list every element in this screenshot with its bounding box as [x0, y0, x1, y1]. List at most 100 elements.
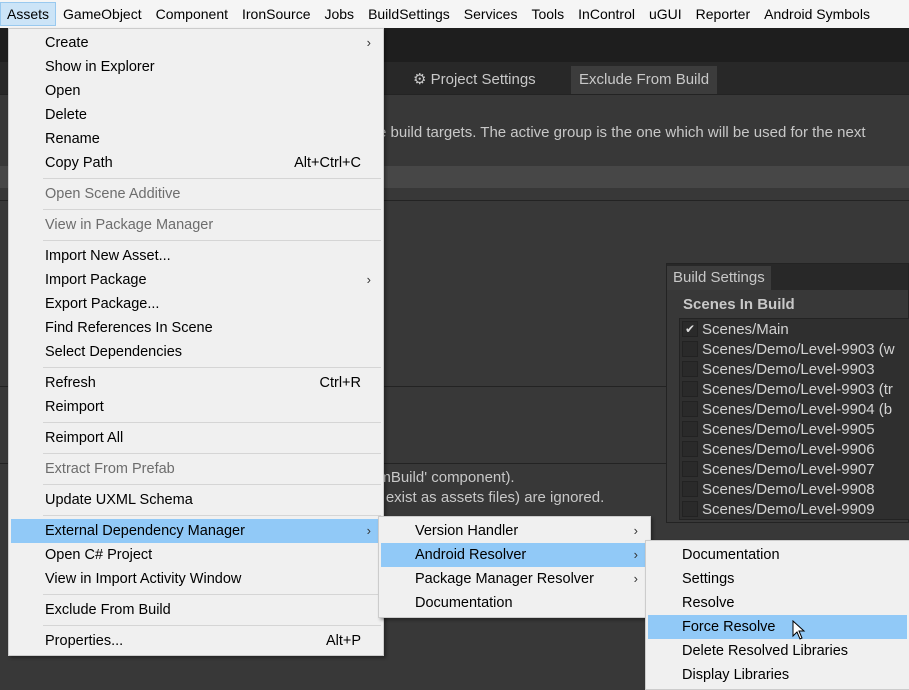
menu-reporter[interactable]: Reporter: [689, 2, 757, 26]
scene-name: Scenes/Demo/Level-9909: [702, 500, 875, 518]
scene-checkbox[interactable]: [682, 341, 698, 357]
menu-item-label: Show in Explorer: [45, 59, 155, 75]
scene-row[interactable]: Scenes/Demo/Level-9907: [680, 459, 909, 479]
scene-row[interactable]: Scenes/Demo/Level-9903: [680, 359, 909, 379]
external-dependency-manager-submenu: Version Handler › Android Resolver › Package…: [378, 516, 651, 618]
menu-item-show-in-explorer[interactable]: Show in Explorer: [11, 55, 381, 79]
menu-services[interactable]: Services: [457, 2, 525, 26]
menu-item-create[interactable]: Create ›: [11, 31, 381, 55]
menu-item-delete[interactable]: Delete: [11, 103, 381, 127]
menu-item-export-package[interactable]: Export Package...: [11, 292, 381, 316]
scene-row[interactable]: Scenes/Demo/Level-9903 (tr: [680, 379, 909, 399]
menu-item-rename[interactable]: Rename: [11, 127, 381, 151]
scene-row[interactable]: Scenes/Demo/Level-9904 (b: [680, 399, 909, 419]
chevron-right-icon: ›: [366, 272, 371, 287]
menu-item-reimport-all[interactable]: Reimport All: [11, 426, 381, 450]
menu-tools[interactable]: Tools: [524, 2, 571, 26]
menu-item-select-dependencies[interactable]: Select Dependencies: [11, 340, 381, 364]
menu-item-find-references-in-scene[interactable]: Find References In Scene: [11, 316, 381, 340]
menu-item-refresh[interactable]: Refresh Ctrl+R: [11, 371, 381, 395]
menu-item-documentation[interactable]: Documentation: [381, 591, 648, 615]
menu-gameobject[interactable]: GameObject: [56, 2, 149, 26]
menu-item-external-dependency-manager[interactable]: External Dependency Manager ›: [11, 519, 381, 543]
scene-checkbox[interactable]: [682, 401, 698, 417]
menu-item-display-libraries[interactable]: Display Libraries: [648, 663, 907, 687]
scene-checkbox[interactable]: [682, 461, 698, 477]
menu-item-exclude-from-build[interactable]: Exclude From Build: [11, 598, 381, 622]
menu-item-package-manager-resolver[interactable]: Package Manager Resolver ›: [381, 567, 648, 591]
menu-item-label: Resolve: [682, 595, 735, 611]
menu-separator: [43, 240, 381, 241]
menu-item-reimport[interactable]: Reimport: [11, 395, 381, 419]
scene-checkbox[interactable]: [682, 421, 698, 437]
shortcut-label: Ctrl+R: [319, 375, 362, 391]
build-settings-panel: Build Settings Scenes In Build ✔ Scenes/M…: [666, 263, 909, 523]
scene-checkbox[interactable]: ✔: [682, 321, 698, 337]
menu-item-label: Extract From Prefab: [45, 461, 175, 477]
tab-project-settings[interactable]: ⚙ Project Settings: [405, 66, 544, 94]
scenes-list: ✔ Scenes/Main Scenes/Demo/Level-9903 (w Sce…: [679, 318, 909, 520]
menu-android-symbols[interactable]: Android Symbols: [757, 2, 877, 26]
menu-item-label: Force Resolve: [682, 619, 776, 635]
shortcut-label: Alt+Ctrl+C: [294, 155, 361, 171]
menu-jobs[interactable]: Jobs: [317, 2, 361, 26]
menu-separator: [43, 209, 381, 210]
scene-name: Scenes/Demo/Level-9904 (b: [702, 400, 893, 418]
scene-row[interactable]: ✔ Scenes/Main: [680, 319, 909, 339]
scene-checkbox[interactable]: [682, 381, 698, 397]
menu-item-label: Export Package...: [45, 296, 160, 312]
menu-item-label: View in Package Manager: [45, 217, 214, 233]
menu-assets[interactable]: Assets: [0, 2, 57, 26]
tab-build-settings[interactable]: Build Settings: [667, 266, 771, 290]
menu-item-update-uxml-schema[interactable]: Update UXML Schema: [11, 488, 381, 512]
menu-item-label: Version Handler: [415, 523, 519, 539]
menu-ironsource[interactable]: IronSource: [235, 2, 317, 26]
menu-item-properties[interactable]: Properties... Alt+P: [11, 629, 381, 653]
note-line: st exist as assets files) are ignored.: [370, 489, 605, 506]
scene-checkbox[interactable]: [682, 501, 698, 517]
menu-separator: [43, 484, 381, 485]
scene-row[interactable]: Scenes/Demo/Level-9909: [680, 499, 909, 519]
menu-item-force-resolve[interactable]: Force Resolve: [648, 615, 907, 639]
menu-item-label: Find References In Scene: [45, 320, 213, 336]
menu-item-open-c-project[interactable]: Open C# Project: [11, 543, 381, 567]
gear-icon: ⚙: [413, 71, 431, 88]
menu-item-view-in-package-manager: View in Package Manager: [11, 213, 381, 237]
scene-row[interactable]: Scenes/Demo/Level-9908: [680, 479, 909, 499]
menu-incontrol[interactable]: InControl: [571, 2, 642, 26]
menu-item-label: View in Import Activity Window: [45, 571, 242, 587]
scene-name: Scenes/Demo/Level-9907: [702, 460, 875, 478]
menu-item-android-resolver[interactable]: Android Resolver ›: [381, 543, 648, 567]
menu-item-import-new-asset[interactable]: Import New Asset...: [11, 244, 381, 268]
menu-item-label: Package Manager Resolver: [415, 571, 594, 587]
menu-item-copy-path[interactable]: Copy Path Alt+Ctrl+C: [11, 151, 381, 175]
menu-item-label: Open C# Project: [45, 547, 153, 563]
scene-row[interactable]: Scenes/Demo/Level-9903 (w: [680, 339, 909, 359]
scene-checkbox[interactable]: [682, 361, 698, 377]
menu-item-delete-resolved-libraries[interactable]: Delete Resolved Libraries: [648, 639, 907, 663]
menu-item-view-in-import-activity-window[interactable]: View in Import Activity Window: [11, 567, 381, 591]
menu-component[interactable]: Component: [149, 2, 235, 26]
menu-item-label: Select Dependencies: [45, 344, 183, 360]
scene-checkbox[interactable]: [682, 441, 698, 457]
menu-item-version-handler[interactable]: Version Handler ›: [381, 519, 648, 543]
menu-item-settings[interactable]: Settings: [648, 567, 907, 591]
menu-item-open[interactable]: Open: [11, 79, 381, 103]
menu-item-label: Create: [45, 35, 89, 51]
assets-menu: Create › Show in Explorer Open Delete Rename C…: [8, 28, 384, 656]
scene-row[interactable]: Scenes/Demo/Level-9906: [680, 439, 909, 459]
menu-ugui[interactable]: uGUI: [642, 2, 689, 26]
menu-item-import-package[interactable]: Import Package ›: [11, 268, 381, 292]
menu-item-label: Import New Asset...: [45, 248, 171, 264]
menu-item-open-scene-additive: Open Scene Additive: [11, 182, 381, 206]
scene-row[interactable]: Scenes/Demo/Level-9905: [680, 419, 909, 439]
menu-item-label: Open Scene Additive: [45, 186, 181, 202]
menu-item-documentation[interactable]: Documentation: [648, 543, 907, 567]
menu-item-label: Settings: [682, 571, 735, 587]
note-line: omBuild' component).: [370, 469, 515, 486]
tab-exclude-from-build[interactable]: Exclude From Build: [571, 66, 718, 94]
menu-item-resolve[interactable]: Resolve: [648, 591, 907, 615]
scene-checkbox[interactable]: [682, 481, 698, 497]
menu-buildsettings[interactable]: BuildSettings: [361, 2, 457, 26]
menu-separator: [43, 367, 381, 368]
